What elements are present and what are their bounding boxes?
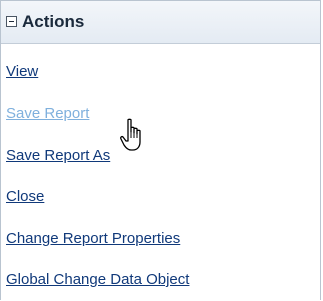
- minus-box-icon[interactable]: [6, 16, 17, 27]
- panel-title: Actions: [22, 12, 85, 31]
- view-link[interactable]: View: [6, 63, 38, 81]
- actions-panel: Actions View Save Report Save Report As …: [0, 0, 321, 300]
- change-report-properties-link[interactable]: Change Report Properties: [6, 230, 180, 248]
- global-change-data-object-link[interactable]: Global Change Data Object: [6, 271, 189, 289]
- actions-panel-header[interactable]: Actions: [1, 1, 320, 44]
- hand-pointer-icon: [120, 118, 141, 151]
- close-link[interactable]: Close: [6, 188, 44, 206]
- save-report-link[interactable]: Save Report: [6, 105, 89, 123]
- save-report-as-link[interactable]: Save Report As: [6, 147, 110, 165]
